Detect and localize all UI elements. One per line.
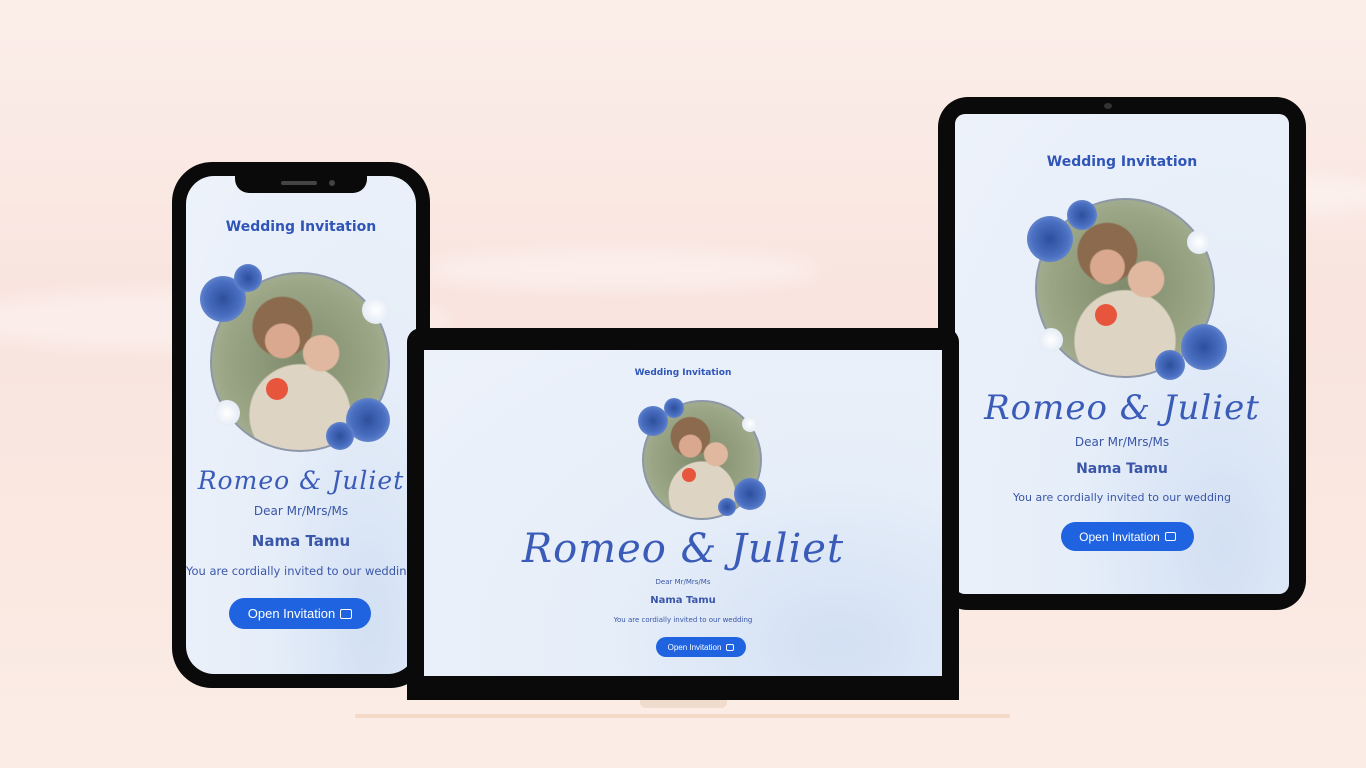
couple-names: Romeo & Juliet <box>984 388 1260 428</box>
guest-name: Nama Tamu <box>1076 461 1168 477</box>
phone-notch <box>235 176 367 193</box>
envelope-icon <box>340 608 353 619</box>
speaker <box>281 181 317 185</box>
invitation-title: Wedding Invitation <box>225 219 377 235</box>
open-invitation-button[interactable]: Open Invitation <box>656 637 746 657</box>
invitation-message: You are cordially invited to our wedding <box>613 616 753 624</box>
greeting: Dear Mr/Mrs/Ms <box>655 578 711 586</box>
laptop-base <box>355 714 1010 718</box>
tablet-camera <box>1104 103 1112 109</box>
envelope-icon <box>726 643 735 651</box>
invitation-title: Wedding Invitation <box>634 368 732 378</box>
envelope-icon <box>1164 532 1176 541</box>
phone-screen: Wedding Invitation Romeo & Juliet Dear M… <box>186 176 416 674</box>
invitation-title: Wedding Invitation <box>1046 154 1198 170</box>
open-invitation-button[interactable]: Open Invitation <box>1061 522 1194 551</box>
open-invitation-label: Open Invitation <box>247 606 336 621</box>
guest-name: Nama Tamu <box>251 532 351 550</box>
open-invitation-label: Open Invitation <box>1079 529 1160 544</box>
phone-device: Wedding Invitation Romeo & Juliet Dear M… <box>172 162 430 688</box>
invitation-message: You are cordially invited to our wedding <box>186 564 414 578</box>
laptop-foot <box>640 700 727 708</box>
background-streak <box>420 250 820 290</box>
tablet-screen: Wedding Invitation Romeo & Juliet Dear M… <box>955 114 1289 594</box>
greeting: Dear Mr/Mrs/Ms <box>1074 435 1170 449</box>
tablet-device: Wedding Invitation Romeo & Juliet Dear M… <box>938 97 1306 610</box>
couple-names: Romeo & Juliet <box>521 526 845 572</box>
invitation-message: You are cordially invited to our wedding <box>1013 491 1231 504</box>
open-invitation-label: Open Invitation <box>667 642 722 652</box>
laptop-device: Wedding Invitation Romeo & Juliet Dear M… <box>407 328 959 700</box>
guest-name: Nama Tamu <box>650 595 716 606</box>
open-invitation-button[interactable]: Open Invitation <box>229 598 371 629</box>
laptop-screen: Wedding Invitation Romeo & Juliet Dear M… <box>424 350 942 676</box>
greeting: Dear Mr/Mrs/Ms <box>253 504 349 518</box>
couple-names: Romeo & Juliet <box>197 466 405 495</box>
camera <box>329 180 335 186</box>
